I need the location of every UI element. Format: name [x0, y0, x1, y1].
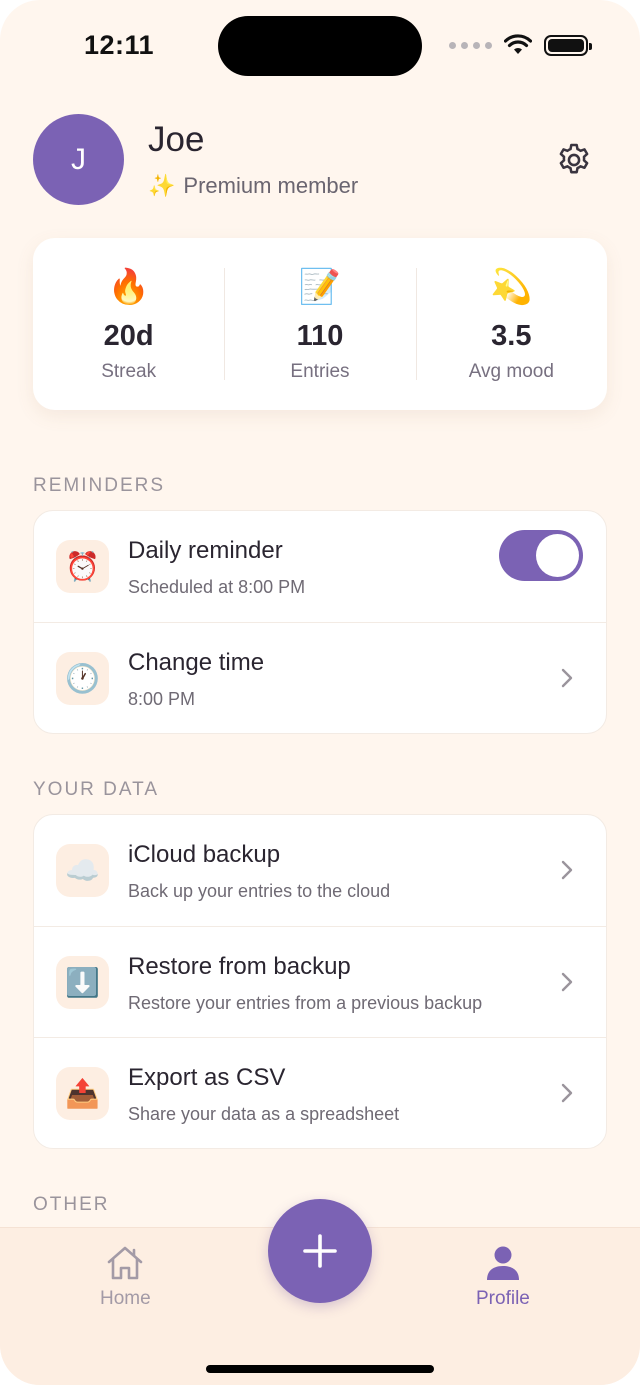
change-time-row[interactable]: 🕐 Change time 8:00 PM [34, 622, 606, 733]
stat-label: Avg mood [468, 361, 554, 382]
profile-screen: 12:11 J Joe ✨ Premium member 🔥 20d Strea… [0, 0, 640, 1385]
row-subtitle: Scheduled at 8:00 PM [128, 577, 306, 597]
row-title: iCloud backup [128, 841, 281, 868]
tab-home[interactable]: Home [100, 1244, 151, 1310]
export-csv-row[interactable]: 📤 Export as CSV Share your data as a spr… [34, 1037, 606, 1148]
add-entry-button[interactable] [268, 1199, 372, 1303]
membership-status: ✨ Premium member [148, 173, 358, 199]
section-title-reminders: REMINDERS [33, 475, 166, 496]
row-title: Change time [128, 649, 265, 676]
user-name: Joe [148, 120, 205, 159]
your-data-card: ☁️ iCloud backup Back up your entries to… [33, 814, 607, 1149]
row-subtitle: Back up your entries to the cloud [128, 881, 391, 901]
row-subtitle: Share your data as a spreadsheet [128, 1104, 400, 1124]
tab-profile[interactable]: Profile [476, 1244, 530, 1310]
battery-icon [544, 34, 592, 56]
cellular-signal-icon [449, 41, 492, 49]
settings-gear-icon[interactable] [555, 141, 593, 179]
down-arrow-icon: ⬇️ [56, 956, 109, 1009]
row-title: Daily reminder [128, 537, 283, 564]
chevron-right-icon [561, 668, 573, 688]
tab-label: Profile [476, 1288, 530, 1309]
clock-icon: 🕐 [56, 652, 109, 705]
stat-label: Streak [101, 361, 157, 382]
person-icon [486, 1246, 519, 1280]
dynamic-island [218, 16, 422, 76]
membership-label: Premium member [183, 173, 359, 198]
stat-label: Entries [290, 361, 350, 382]
outbox-tray-icon: 📤 [56, 1067, 109, 1120]
stat-avg-mood: 💫 3.5 Avg mood [415, 238, 607, 410]
wifi-icon [504, 34, 532, 54]
row-subtitle: Restore your entries from a previous bac… [128, 993, 483, 1013]
chevron-right-icon [561, 1083, 573, 1103]
home-indicator [206, 1365, 434, 1373]
daily-reminder-toggle[interactable] [499, 530, 583, 581]
section-title-other: OTHER [33, 1194, 110, 1215]
cloud-icon: ☁️ [56, 844, 109, 897]
stat-value: 3.5 [491, 320, 532, 352]
memo-icon: 📝 [298, 268, 342, 306]
avatar[interactable]: J [33, 114, 124, 205]
row-title: Restore from backup [128, 953, 351, 980]
chevron-right-icon [561, 972, 573, 992]
alarm-clock-icon: ⏰ [56, 540, 109, 593]
stat-value: 110 [296, 320, 344, 352]
icloud-backup-row[interactable]: ☁️ iCloud backup Back up your entries to… [34, 815, 606, 926]
status-icons [449, 34, 592, 56]
fire-icon: 🔥 [107, 268, 150, 306]
home-icon [108, 1246, 143, 1280]
restore-backup-row[interactable]: ⬇️ Restore from backup Restore your entr… [34, 926, 606, 1037]
tab-label: Home [100, 1288, 151, 1309]
stat-entries: 📝 110 Entries [224, 238, 415, 410]
dizzy-star-icon: 💫 [490, 268, 533, 306]
toggle-knob [536, 534, 579, 577]
sparkles-icon: ✨ [148, 173, 176, 198]
daily-reminder-row: ⏰ Daily reminder Scheduled at 8:00 PM [34, 511, 606, 622]
stat-streak: 🔥 20d Streak [33, 238, 224, 410]
status-time: 12:11 [84, 30, 155, 60]
stats-card: 🔥 20d Streak 📝 110 Entries 💫 3.5 Avg moo… [33, 238, 607, 410]
reminders-card: ⏰ Daily reminder Scheduled at 8:00 PM 🕐 … [33, 510, 607, 734]
chevron-right-icon [561, 860, 573, 880]
section-title-your-data: YOUR DATA [33, 779, 160, 800]
row-title: Export as CSV [128, 1064, 286, 1091]
stat-value: 20d [103, 320, 154, 352]
row-subtitle: 8:00 PM [128, 689, 196, 709]
plus-icon [303, 1234, 337, 1268]
